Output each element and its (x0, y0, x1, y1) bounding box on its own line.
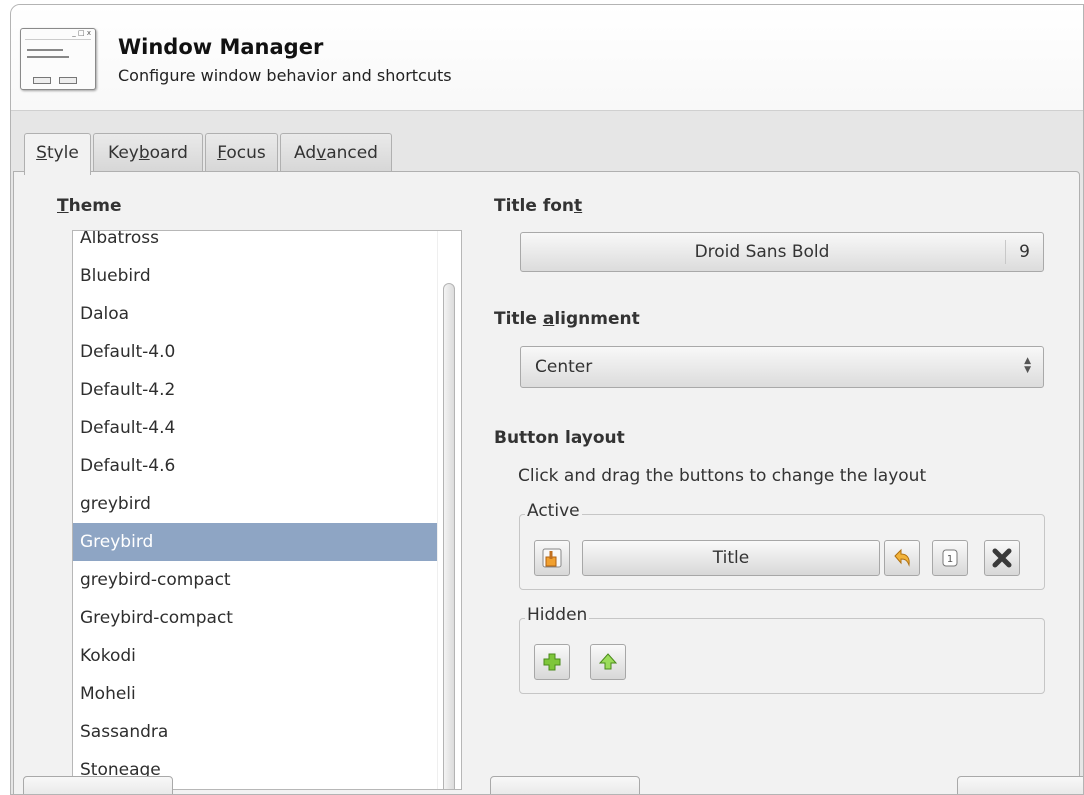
maximize-icon (543, 653, 561, 671)
close-icon (992, 548, 1012, 568)
tab-advanced-label: Advanced (294, 143, 378, 163)
style-panel: Theme Albatross Bluebird Daloa Default-4.0 D… (13, 171, 1080, 794)
theme-item[interactable]: greybird-compact (73, 561, 437, 599)
hide-icon (598, 653, 618, 670)
theme-label: Theme (57, 196, 122, 216)
tab-keyboard-label: Keyboard (108, 143, 188, 163)
header-subtitle: Configure window behavior and shortcuts (118, 66, 452, 85)
theme-item[interactable]: Albatross (73, 231, 437, 257)
title-alignment-label: Title alignment (494, 309, 640, 329)
theme-list-scrollbar[interactable] (437, 231, 461, 789)
tab-focus-label: Focus (217, 143, 266, 163)
tab-focus[interactable]: Focus (205, 133, 278, 173)
maximize-button[interactable] (534, 644, 570, 680)
theme-item[interactable]: Moheli (73, 675, 437, 713)
title-button[interactable]: Title (582, 540, 880, 576)
theme-item[interactable]: Default-4.4 (73, 409, 437, 447)
theme-item[interactable]: Kokodi (73, 637, 437, 675)
theme-item[interactable]: Daloa (73, 295, 437, 333)
all-settings-button[interactable] (490, 776, 640, 794)
header-title: Window Manager (118, 35, 324, 59)
theme-list[interactable]: Albatross Bluebird Daloa Default-4.0 Default… (72, 230, 462, 790)
hidden-label: Hidden (525, 605, 590, 625)
close-dialog-button[interactable] (957, 776, 1083, 794)
button-layout-label: Button layout (494, 428, 625, 448)
title-font-button[interactable]: Droid Sans Bold 9 (520, 232, 1044, 272)
tab-style[interactable]: Style (24, 133, 91, 175)
scrollbar-thumb[interactable] (443, 283, 455, 789)
theme-item[interactable]: Greybird-compact (73, 599, 437, 637)
active-label: Active (525, 501, 582, 521)
settings-window: _ □ x Window Manager Configure window be… (10, 4, 1084, 795)
theme-item[interactable]: Greybird (73, 523, 437, 561)
font-size: 9 (1005, 240, 1043, 264)
help-button[interactable] (23, 776, 173, 794)
title-alignment-select[interactable]: Center ▲ ▼ (520, 346, 1044, 388)
tab-style-label: Style (36, 143, 79, 163)
theme-item[interactable]: Default-4.2 (73, 371, 437, 409)
alignment-value: Center (535, 357, 593, 377)
button-layout-hint: Click and drag the buttons to change the… (518, 466, 927, 486)
stick-button[interactable]: 1 (932, 540, 968, 576)
tab-keyboard[interactable]: Keyboard (93, 133, 203, 173)
window-manager-icon: _ □ x (20, 28, 96, 90)
shade-button[interactable] (884, 540, 920, 576)
stick-icon: 1 (942, 549, 958, 567)
svg-text:1: 1 (947, 554, 953, 565)
font-name: Droid Sans Bold (694, 242, 830, 262)
theme-item[interactable]: Default-4.0 (73, 333, 437, 371)
close-button[interactable] (984, 540, 1020, 576)
menu-button[interactable] (534, 540, 570, 576)
theme-item[interactable]: Sassandra (73, 713, 437, 751)
shade-icon (894, 548, 910, 567)
select-arrows-icon: ▲ ▼ (1024, 356, 1031, 375)
theme-item[interactable]: greybird (73, 485, 437, 523)
hidden-buttons-frame: Hidden (519, 605, 1045, 694)
dialog-header: _ □ x Window Manager Configure window be… (11, 5, 1083, 111)
hide-button[interactable] (590, 644, 626, 680)
menu-icon (542, 548, 562, 568)
title-font-label: Title font (494, 196, 583, 216)
tab-advanced[interactable]: Advanced (280, 133, 392, 173)
active-buttons-frame: Active Title 1 (519, 501, 1045, 590)
theme-item[interactable]: Bluebird (73, 257, 437, 295)
theme-item[interactable]: Default-4.6 (73, 447, 437, 485)
